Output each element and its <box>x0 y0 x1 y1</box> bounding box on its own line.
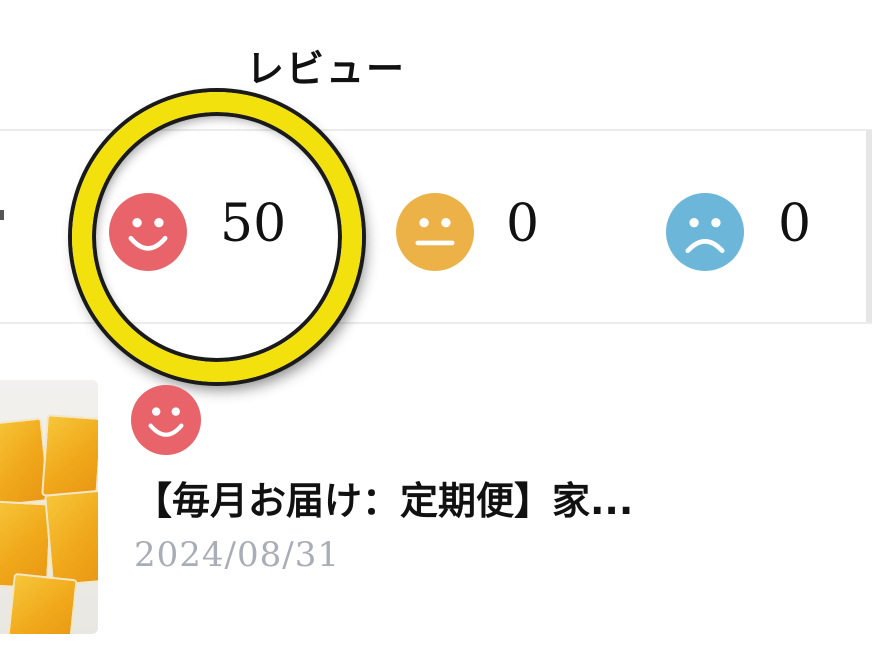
bad-review-count: 0 <box>778 194 812 254</box>
highlight-ring <box>72 92 362 382</box>
sad-face-icon[interactable] <box>666 193 744 271</box>
annotation-caption: レビュー <box>246 47 407 91</box>
neutral-review-count: 0 <box>506 194 540 254</box>
review-rating-smile-icon <box>131 385 201 455</box>
review-date: 2024/08/31 <box>134 535 340 575</box>
product-thumbnail[interactable] <box>0 380 98 634</box>
left-edge-mark <box>0 210 4 220</box>
neutral-face-icon[interactable] <box>396 193 474 271</box>
scrollbar-edge <box>866 130 872 322</box>
review-screen: レビュー 50 0 0 【毎月お届け：定期便】家... 2024/08/31 <box>0 0 872 654</box>
review-title[interactable]: 【毎月お届け：定期便】家... <box>134 470 633 525</box>
